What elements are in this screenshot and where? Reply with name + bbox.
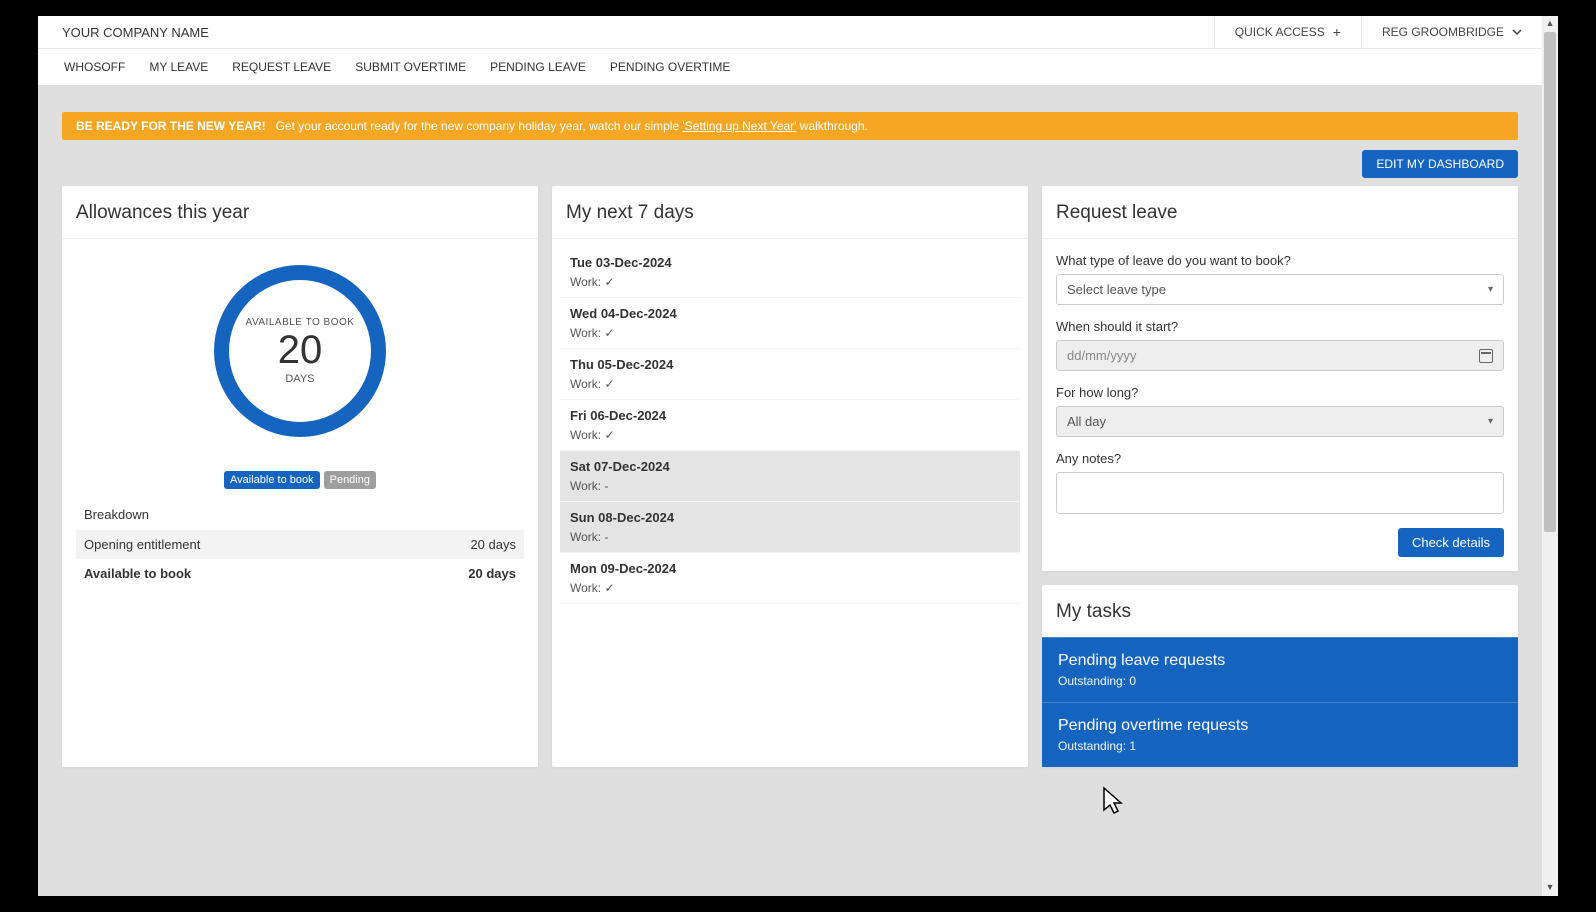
- chevron-down-icon: ▾: [1488, 416, 1493, 427]
- day-date: Mon 09-Dec-2024: [570, 561, 1010, 576]
- banner-text-after: walkthrough.: [796, 119, 867, 133]
- allowances-card: Allowances this year AVAILABLE TO BOOK 2…: [62, 186, 538, 767]
- allowances-title: Allowances this year: [62, 186, 538, 239]
- quick-access-label: QUICK ACCESS: [1235, 25, 1325, 39]
- task-title: Pending leave requests: [1058, 652, 1502, 670]
- notes-label: Any notes?: [1056, 451, 1504, 466]
- breakdown-row: Available to book 20 days: [76, 559, 524, 588]
- next-7-days-card: My next 7 days Tue 03-Dec-2024Work: ✓Wed…: [552, 186, 1028, 767]
- scrollbar[interactable]: ▲ ▼: [1542, 16, 1558, 896]
- scrollbar-thumb[interactable]: [1544, 32, 1556, 532]
- start-date-input[interactable]: dd/mm/yyyy: [1056, 340, 1504, 371]
- notes-textarea[interactable]: [1056, 472, 1504, 514]
- legend-available[interactable]: Available to book: [224, 471, 320, 489]
- day-work: Work: ✓: [570, 377, 1010, 391]
- breakdown-label: Available to book: [84, 566, 191, 581]
- task-pending-leave[interactable]: Pending leave requests Outstanding: 0: [1042, 637, 1518, 702]
- day-date: Wed 04-Dec-2024: [570, 306, 1010, 321]
- day-date: Sun 08-Dec-2024: [570, 510, 1010, 525]
- plus-icon: +: [1333, 24, 1341, 40]
- day-work: Work: -: [570, 479, 1010, 493]
- day-row[interactable]: Thu 05-Dec-2024 Work: ✓: [560, 349, 1020, 400]
- day-date: Tue 03-Dec-2024: [570, 255, 1010, 270]
- day-work: Work: ✓: [570, 581, 1010, 595]
- donut-bottom-label: DAYS: [285, 373, 314, 385]
- task-title: Pending overtime requests: [1058, 717, 1502, 735]
- nav-whosoff[interactable]: WHOSOFF: [52, 49, 137, 85]
- duration-value: All day: [1067, 414, 1106, 429]
- request-leave-card: Request leave What type of leave do you …: [1042, 186, 1518, 571]
- task-sub: Outstanding: 1: [1058, 739, 1502, 753]
- breakdown-label: Opening entitlement: [84, 537, 200, 552]
- nav-request-leave[interactable]: REQUEST LEAVE: [220, 49, 343, 85]
- breakdown-row: Opening entitlement 20 days: [76, 530, 524, 559]
- task-pending-overtime[interactable]: Pending overtime requests Outstanding: 1: [1042, 702, 1518, 767]
- nav-pending-overtime[interactable]: PENDING OVERTIME: [598, 49, 742, 85]
- leave-type-select[interactable]: Select leave type ▾: [1056, 274, 1504, 305]
- task-sub: Outstanding: 0: [1058, 674, 1502, 688]
- day-row[interactable]: Fri 06-Dec-2024 Work: ✓: [560, 400, 1020, 451]
- day-row[interactable]: Tue 03-Dec-2024 Work: ✓: [560, 247, 1020, 298]
- quick-access-menu[interactable]: QUICK ACCESS +: [1214, 16, 1361, 48]
- nav-submit-overtime[interactable]: SUBMIT OVERTIME: [343, 49, 478, 85]
- day-row[interactable]: Sun 08-Dec-2024 Work: -: [560, 502, 1020, 553]
- allowance-donut-chart: AVAILABLE TO BOOK 20 DAYS: [214, 265, 386, 437]
- day-work: Work: -: [570, 530, 1010, 544]
- breakdown-value: 20 days: [470, 537, 516, 552]
- main-nav: WHOSOFF MY LEAVE REQUEST LEAVE SUBMIT OV…: [38, 49, 1542, 86]
- scrollbar-arrow-up-icon[interactable]: ▲: [1544, 18, 1556, 30]
- company-name: YOUR COMPANY NAME: [38, 25, 1214, 40]
- app-header: YOUR COMPANY NAME QUICK ACCESS + REG GRO…: [38, 16, 1542, 49]
- calendar-icon: [1479, 349, 1493, 363]
- mouse-cursor-icon: [1102, 786, 1124, 816]
- day-row[interactable]: Mon 09-Dec-2024 Work: ✓: [560, 553, 1020, 604]
- day-work: Work: ✓: [570, 428, 1010, 442]
- donut-top-label: AVAILABLE TO BOOK: [246, 317, 355, 328]
- breakdown-title: Breakdown: [76, 493, 524, 530]
- user-menu[interactable]: REG GROOMBRIDGE: [1361, 16, 1542, 48]
- banner-link[interactable]: 'Setting up Next Year': [682, 119, 796, 133]
- tasks-title: My tasks: [1042, 585, 1518, 637]
- banner-bold: BE READY FOR THE NEW YEAR!: [76, 119, 266, 133]
- nav-my-leave[interactable]: MY LEAVE: [137, 49, 220, 85]
- start-date-label: When should it start?: [1056, 319, 1504, 334]
- day-work: Work: ✓: [570, 275, 1010, 289]
- day-row[interactable]: Wed 04-Dec-2024 Work: ✓: [560, 298, 1020, 349]
- edit-dashboard-button[interactable]: EDIT MY DASHBOARD: [1362, 150, 1518, 178]
- day-date: Fri 06-Dec-2024: [570, 408, 1010, 423]
- breakdown-value: 20 days: [468, 566, 516, 581]
- my-tasks-card: My tasks Pending leave requests Outstand…: [1042, 585, 1518, 767]
- day-row[interactable]: Sat 07-Dec-2024 Work: -: [560, 451, 1020, 502]
- day-date: Sat 07-Dec-2024: [570, 459, 1010, 474]
- check-details-button[interactable]: Check details: [1398, 528, 1504, 557]
- start-date-placeholder: dd/mm/yyyy: [1067, 348, 1136, 363]
- chevron-down-icon: ▾: [1488, 284, 1493, 295]
- leave-type-label: What type of leave do you want to book?: [1056, 253, 1504, 268]
- day-work: Work: ✓: [570, 326, 1010, 340]
- leave-type-value: Select leave type: [1067, 282, 1166, 297]
- donut-value: 20: [278, 328, 323, 373]
- duration-label: For how long?: [1056, 385, 1504, 400]
- nav-pending-leave[interactable]: PENDING LEAVE: [478, 49, 598, 85]
- scrollbar-arrow-down-icon[interactable]: ▼: [1544, 882, 1556, 894]
- banner-text-before: Get your account ready for the new compa…: [276, 119, 683, 133]
- user-name: REG GROOMBRIDGE: [1382, 25, 1504, 39]
- announcement-banner: BE READY FOR THE NEW YEAR! Get your acco…: [62, 112, 1518, 140]
- legend-pending[interactable]: Pending: [324, 471, 376, 489]
- request-title: Request leave: [1042, 186, 1518, 239]
- duration-select[interactable]: All day ▾: [1056, 406, 1504, 437]
- next7-title: My next 7 days: [552, 186, 1028, 239]
- chevron-down-icon: [1512, 27, 1522, 37]
- day-date: Thu 05-Dec-2024: [570, 357, 1010, 372]
